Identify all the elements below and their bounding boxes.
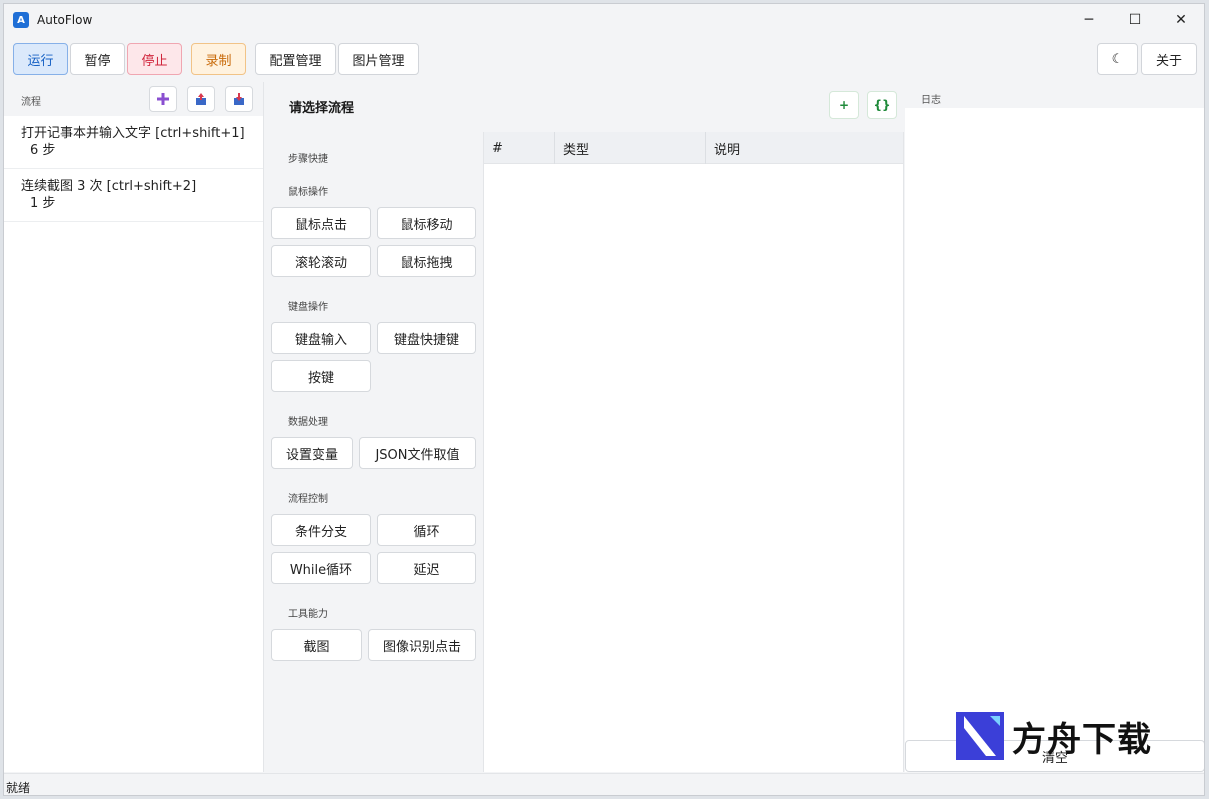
- add-flow-button[interactable]: [149, 86, 177, 112]
- section-flow-control-label: 流程控制: [288, 494, 328, 505]
- run-button[interactable]: 运行: [13, 43, 68, 75]
- keyboard-shortcut-button[interactable]: 键盘快捷键: [377, 322, 476, 354]
- section-mouse-label: 鼠标操作: [288, 187, 328, 198]
- export-flow-button[interactable]: [225, 86, 253, 112]
- json-file-value-button[interactable]: JSON文件取值: [359, 437, 476, 469]
- watermark: 方舟下载: [956, 710, 1172, 762]
- record-button[interactable]: 录制: [191, 43, 246, 75]
- steps-table: # 类型 说明: [483, 132, 904, 772]
- close-button[interactable]: ✕: [1158, 4, 1204, 36]
- app-window: A AutoFlow ─ ☐ ✕ 运行 暂停 停止 录制 配置管理 图片管理 ☾…: [3, 3, 1205, 796]
- loop-button[interactable]: 循环: [377, 514, 476, 546]
- watermark-text: 方舟下载: [1012, 719, 1152, 760]
- flow-step-count: 6 步: [30, 143, 56, 158]
- log-panel: 日志 清空: [905, 82, 1204, 772]
- column-index[interactable]: #: [484, 132, 555, 164]
- step-shortcuts-panel: 步骤快捷 鼠标操作 鼠标点击 鼠标移动 滚轮滚动 鼠标拖拽 键盘操作 键盘输入 …: [264, 82, 483, 772]
- step-shortcuts-title: 步骤快捷: [288, 154, 328, 165]
- flow-list-item[interactable]: 打开记事本并输入文字 [ctrl+shift+1] 6 步: [4, 116, 263, 169]
- delay-button[interactable]: 延迟: [377, 552, 476, 584]
- column-type[interactable]: 类型: [555, 132, 706, 164]
- about-button[interactable]: 关于: [1141, 43, 1197, 75]
- stop-button[interactable]: 停止: [127, 43, 182, 75]
- section-keyboard-label: 键盘操作: [288, 302, 328, 313]
- status-text: 就绪: [6, 781, 31, 795]
- log-title: 日志: [921, 95, 941, 106]
- json-edit-button[interactable]: {}: [867, 91, 897, 119]
- add-icon: [157, 93, 169, 105]
- maximize-button[interactable]: ☐: [1112, 4, 1158, 36]
- watermark-logo-icon: [956, 712, 1004, 760]
- pause-button[interactable]: 暂停: [70, 43, 125, 75]
- image-manage-button[interactable]: 图片管理: [338, 43, 419, 75]
- section-tools-label: 工具能力: [288, 609, 328, 620]
- mouse-click-button[interactable]: 鼠标点击: [271, 207, 371, 239]
- flow-name: 连续截图 3 次 [ctrl+shift+2]: [21, 179, 197, 194]
- section-data-label: 数据处理: [288, 417, 328, 428]
- mouse-drag-button[interactable]: 鼠标拖拽: [377, 245, 476, 277]
- moon-icon: ☾: [1111, 51, 1124, 67]
- sidebar-header: 流程: [4, 82, 263, 116]
- add-step-button[interactable]: +: [829, 91, 859, 119]
- flow-sidebar: 流程 打开记事本并输入文字 [ctrl+shift+1] 6 步 连续截图 3 …: [4, 82, 264, 772]
- mouse-move-button[interactable]: 鼠标移动: [377, 207, 476, 239]
- window-controls: ─ ☐ ✕: [1066, 4, 1204, 36]
- mouse-scroll-button[interactable]: 滚轮滚动: [271, 245, 371, 277]
- flow-step-count: 1 步: [30, 196, 56, 211]
- config-manage-button[interactable]: 配置管理: [255, 43, 336, 75]
- screenshot-button[interactable]: 截图: [271, 629, 362, 661]
- import-flow-button[interactable]: [187, 86, 215, 112]
- app-title: AutoFlow: [37, 13, 93, 27]
- keyboard-input-button[interactable]: 键盘输入: [271, 322, 371, 354]
- flow-name: 打开记事本并输入文字 [ctrl+shift+1]: [21, 126, 245, 141]
- export-icon: [234, 93, 244, 105]
- condition-branch-button[interactable]: 条件分支: [271, 514, 371, 546]
- status-bar: 就绪: [4, 773, 1204, 795]
- minimize-button[interactable]: ─: [1066, 4, 1112, 36]
- column-description[interactable]: 说明: [706, 132, 903, 164]
- toolbar: 运行 暂停 停止 录制 配置管理 图片管理 ☾ 关于: [4, 40, 1204, 80]
- log-header: 日志: [905, 82, 1204, 108]
- theme-toggle-button[interactable]: ☾: [1097, 43, 1138, 75]
- set-variable-button[interactable]: 设置变量: [271, 437, 353, 469]
- table-header: # 类型 说明: [484, 132, 903, 164]
- app-logo-icon: A: [13, 12, 29, 28]
- key-press-button[interactable]: 按键: [271, 360, 371, 392]
- import-icon: [196, 93, 206, 105]
- flow-editor-title: 请选择流程: [289, 101, 355, 116]
- while-loop-button[interactable]: While循环: [271, 552, 371, 584]
- title-bar: A AutoFlow ─ ☐ ✕: [4, 4, 1204, 36]
- sidebar-title: 流程: [21, 97, 41, 108]
- flow-list-item[interactable]: 连续截图 3 次 [ctrl+shift+2] 1 步: [4, 169, 263, 222]
- image-recognition-click-button[interactable]: 图像识别点击: [368, 629, 476, 661]
